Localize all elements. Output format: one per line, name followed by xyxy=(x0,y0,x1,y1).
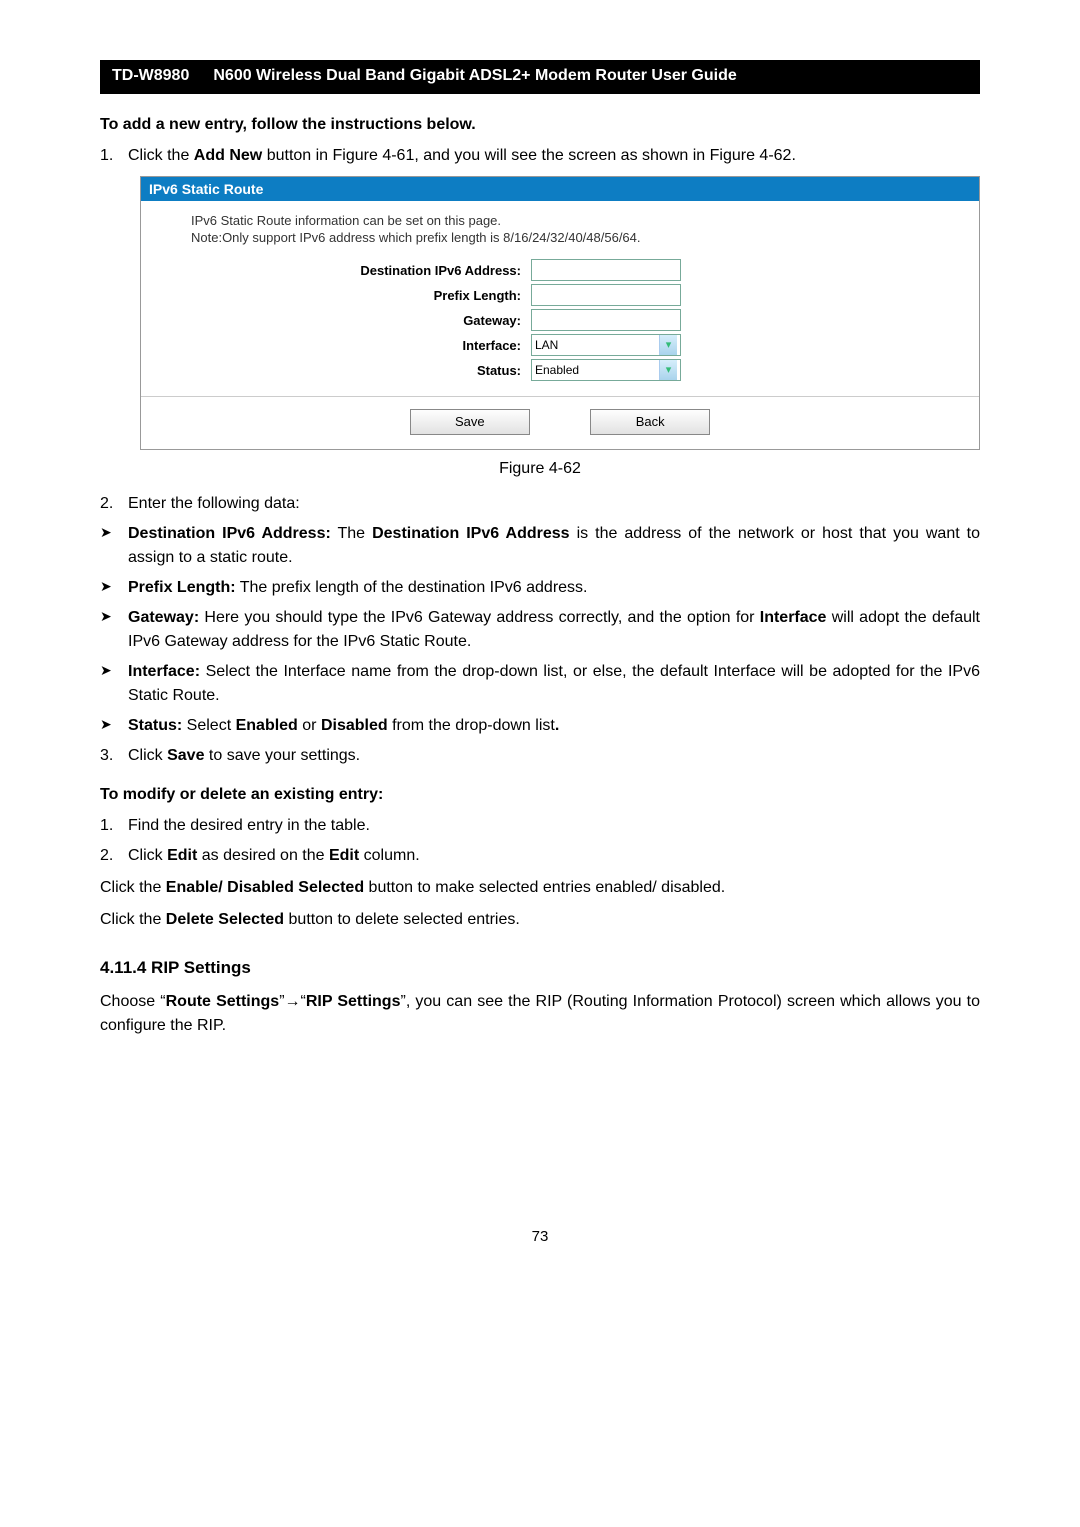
step-body: Click Save to save your settings. xyxy=(128,744,980,768)
paragraph: Click the Delete Selected button to dele… xyxy=(100,908,980,932)
step-body: Enter the following data: xyxy=(128,492,980,516)
chevron-down-icon: ▾ xyxy=(659,360,677,380)
chevron-down-icon: ▾ xyxy=(659,335,677,355)
arrow-right-icon: → xyxy=(285,993,301,1010)
doc-title: N600 Wireless Dual Band Gigabit ADSL2+ M… xyxy=(201,60,980,92)
text-bold: Enable/ Disabled Selected xyxy=(166,879,364,896)
text-bold: Interface xyxy=(760,609,827,626)
bullet-icon: ➤ xyxy=(100,606,128,654)
text: to save your settings. xyxy=(204,747,360,764)
select-status[interactable]: Enabled ▾ xyxy=(531,359,681,381)
step-number: 1. xyxy=(100,814,128,838)
text-bold: Prefix Length: xyxy=(128,579,236,596)
figure-caption: Figure 4-62 xyxy=(100,460,980,478)
text-bold: Add New xyxy=(194,147,262,164)
section-add-entry-title: To add a new entry, follow the instructi… xyxy=(100,116,980,134)
select-value: Enabled xyxy=(535,363,579,377)
input-prefix-length[interactable] xyxy=(531,284,681,306)
label-interface: Interface: xyxy=(191,338,531,353)
bullet-body: Destination IPv6 Address: The Destinatio… xyxy=(128,522,980,570)
select-value: LAN xyxy=(535,338,558,352)
text-bold: Route Settings xyxy=(166,993,280,1010)
label-status: Status: xyxy=(191,363,531,378)
figure-info-line: Note:Only support IPv6 address which pre… xyxy=(191,230,959,245)
text-bold: Edit xyxy=(167,847,197,864)
subsection-rip-settings: 4.11.4 RIP Settings xyxy=(100,958,980,978)
label-gateway: Gateway: xyxy=(191,313,531,328)
back-button[interactable]: Back xyxy=(590,409,710,435)
step-body: Click Edit as desired on the Edit column… xyxy=(128,844,980,868)
text: column. xyxy=(359,847,419,864)
text: Click the xyxy=(100,879,166,896)
text: Here you should type the IPv6 Gateway ad… xyxy=(199,609,760,626)
text: Select xyxy=(182,717,235,734)
text-bold: Gateway: xyxy=(128,609,199,626)
text: button to delete selected entries. xyxy=(284,911,520,928)
text: button in Figure 4-61, and you will see … xyxy=(262,147,796,164)
text: The prefix length of the destination IPv… xyxy=(236,579,588,596)
select-interface[interactable]: LAN ▾ xyxy=(531,334,681,356)
paragraph: Choose “Route Settings”→“RIP Settings”, … xyxy=(100,990,980,1038)
text: as desired on the xyxy=(197,847,329,864)
text: Select the Interface name from the drop-… xyxy=(128,663,980,704)
model-badge: TD-W8980 xyxy=(100,60,201,92)
bullet-icon: ➤ xyxy=(100,522,128,570)
text: Click xyxy=(128,747,167,764)
text: Click the xyxy=(100,911,166,928)
save-button[interactable]: Save xyxy=(410,409,530,435)
step-number: 2. xyxy=(100,844,128,868)
step-number: 2. xyxy=(100,492,128,516)
text-bold: Disabled xyxy=(321,717,388,734)
label-prefix-length: Prefix Length: xyxy=(191,288,531,303)
bullet-icon: ➤ xyxy=(100,576,128,600)
input-destination-ipv6[interactable] xyxy=(531,259,681,281)
figure-info-line: IPv6 Static Route information can be set… xyxy=(191,213,959,228)
page-number: 73 xyxy=(100,1228,980,1245)
step-body: Find the desired entry in the table. xyxy=(128,814,980,838)
text-bold: Edit xyxy=(329,847,359,864)
text-bold: Status: xyxy=(128,717,182,734)
figure-ipv6-static-route: IPv6 Static Route IPv6 Static Route info… xyxy=(140,176,980,450)
text: Click the xyxy=(128,147,194,164)
bullet-body: Interface: Select the Interface name fro… xyxy=(128,660,980,708)
bullet-icon: ➤ xyxy=(100,660,128,708)
bullet-body: Prefix Length: The prefix length of the … xyxy=(128,576,980,600)
text-bold: Enabled xyxy=(236,717,298,734)
bullet-body: Gateway: Here you should type the IPv6 G… xyxy=(128,606,980,654)
text: Choose “ xyxy=(100,993,166,1010)
input-gateway[interactable] xyxy=(531,309,681,331)
bullet-icon: ➤ xyxy=(100,714,128,738)
header-bar: TD-W8980 N600 Wireless Dual Band Gigabit… xyxy=(100,60,980,94)
bullet-body: Status: Select Enabled or Disabled from … xyxy=(128,714,980,738)
text-bold: . xyxy=(555,717,559,734)
text-bold: Destination IPv6 Address: xyxy=(128,525,331,542)
text: from the drop-down list xyxy=(388,717,555,734)
label-destination-ipv6: Destination IPv6 Address: xyxy=(191,263,531,278)
text-bold: Delete Selected xyxy=(166,911,284,928)
text-bold: RIP Settings xyxy=(306,993,401,1010)
text-bold: Destination IPv6 Address xyxy=(372,525,569,542)
section-modify-title: To modify or delete an existing entry: xyxy=(100,786,980,804)
text: button to make selected entries enabled/… xyxy=(364,879,725,896)
step-body: Click the Add New button in Figure 4-61,… xyxy=(128,144,980,168)
text: Click xyxy=(128,847,167,864)
text-bold: Save xyxy=(167,747,204,764)
text: The xyxy=(331,525,372,542)
step-number: 1. xyxy=(100,144,128,168)
figure-header: IPv6 Static Route xyxy=(141,177,979,201)
paragraph: Click the Enable/ Disabled Selected butt… xyxy=(100,876,980,900)
text-bold: Interface: xyxy=(128,663,200,680)
text: or xyxy=(298,717,321,734)
step-number: 3. xyxy=(100,744,128,768)
